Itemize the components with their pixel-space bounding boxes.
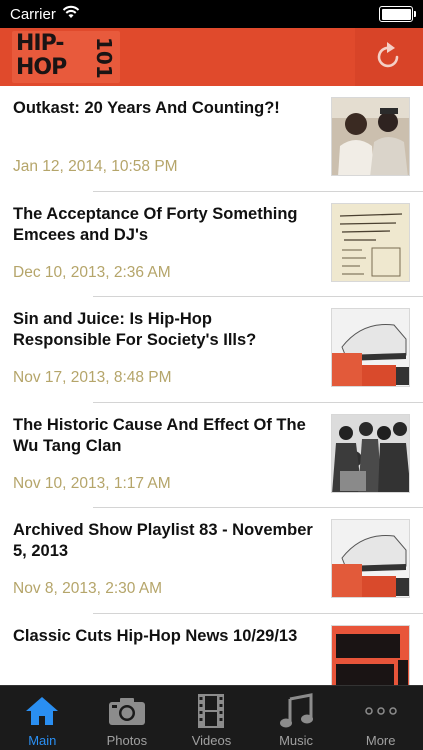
tab-label: Photos (106, 733, 148, 748)
status-bar: Carrier (0, 0, 423, 28)
list-item[interactable]: The Acceptance Of Forty Something Emcees… (0, 192, 423, 297)
camera-icon (107, 692, 147, 730)
list-item[interactable]: Archived Show Playlist 83 - November 5, … (0, 508, 423, 614)
article-thumbnail (331, 308, 410, 387)
article-date: Nov 10, 2013, 1:17 AM (13, 474, 171, 492)
article-thumbnail (331, 519, 410, 598)
tab-label: Main (28, 733, 57, 748)
article-title: Archived Show Playlist 83 - November 5, … (13, 521, 313, 560)
tab-bar: Main Photos Videos Music More (0, 685, 423, 750)
article-title: Classic Cuts Hip-Hop News 10/29/13 (13, 626, 298, 645)
list-item[interactable]: Sin and Juice: Is Hip-Hop Responsible Fo… (0, 297, 423, 403)
article-thumbnail (331, 202, 410, 282)
list-item[interactable]: Outkast: 20 Years And Counting?! Jan 12,… (0, 86, 423, 192)
list-item[interactable]: Classic Cuts Hip-Hop News 10/29/13 (0, 614, 423, 685)
article-thumbnail (331, 413, 410, 493)
battery-icon (379, 6, 416, 22)
logo-text-line1: HIP- (16, 31, 64, 56)
list-item[interactable]: The Historic Cause And Effect Of The Wu … (0, 403, 423, 508)
tab-videos[interactable]: Videos (169, 686, 254, 750)
music-note-icon (276, 692, 316, 730)
logo-number: 101 (92, 37, 116, 79)
article-title: Sin and Juice: Is Hip-Hop Responsible Fo… (13, 310, 257, 349)
refresh-button[interactable] (355, 28, 423, 86)
article-date: Nov 17, 2013, 8:48 PM (13, 369, 172, 386)
tab-label: Videos (191, 733, 232, 748)
tab-main[interactable]: Main (0, 686, 85, 750)
article-date: Dec 10, 2013, 2:36 AM (13, 263, 171, 281)
wifi-icon (62, 5, 80, 23)
article-list: Outkast: 20 Years And Counting?! Jan 12,… (0, 86, 423, 685)
article-date: Nov 8, 2013, 2:30 AM (13, 580, 163, 597)
article-date: Jan 12, 2014, 10:58 PM (13, 158, 178, 175)
article-title: The Historic Cause And Effect Of The Wu … (13, 415, 306, 455)
refresh-icon (375, 40, 403, 75)
more-dots-icon (361, 692, 401, 730)
tab-music[interactable]: Music (254, 686, 339, 750)
tab-label: Music (279, 733, 314, 748)
carrier-label: Carrier (10, 5, 56, 23)
tab-photos[interactable]: Photos (85, 686, 170, 750)
article-title: The Acceptance Of Forty Something Emcees… (13, 204, 298, 244)
nav-bar: HIP- HOP 101 (0, 28, 423, 86)
article-title: Outkast: 20 Years And Counting?! (13, 99, 280, 117)
logo-text-line2: HOP (16, 55, 67, 80)
tab-label: More (365, 733, 396, 748)
app-logo: HIP- HOP 101 (12, 31, 120, 83)
article-thumbnail (331, 624, 410, 685)
film-icon (191, 692, 231, 730)
article-thumbnail (331, 97, 410, 176)
tab-more[interactable]: More (338, 686, 423, 750)
home-icon (22, 692, 62, 730)
